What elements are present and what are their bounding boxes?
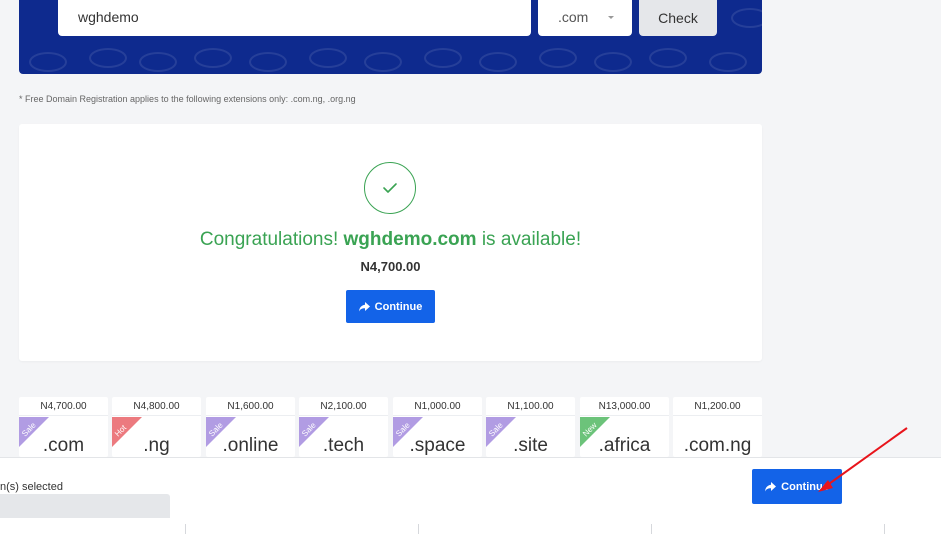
congrats-suffix: is available! xyxy=(481,229,582,250)
congrats-prefix: Congratulations! xyxy=(199,229,339,250)
check-button[interactable]: Check xyxy=(639,0,717,36)
tld-card-africa[interactable]: N13,000.00 New .africa xyxy=(580,397,669,457)
available-domain: wghdemo.com xyxy=(343,229,477,250)
banner-decoration xyxy=(29,52,67,72)
banner-decoration xyxy=(249,52,287,72)
bottom-continue-button[interactable]: Continue xyxy=(752,469,842,504)
free-domain-note: * Free Domain Registration applies to th… xyxy=(19,94,356,104)
domain-price: N4,700.00 xyxy=(360,259,421,274)
chevron-down-icon xyxy=(608,16,614,19)
tld-card-com[interactable]: N4,700.00 Sale .com xyxy=(19,397,108,457)
banner-decoration xyxy=(424,48,462,68)
continue-button-label: Continue xyxy=(374,300,423,313)
tld-card-online[interactable]: N1,600.00 Sale .online xyxy=(206,397,295,457)
domain-search-input[interactable]: wghdemo xyxy=(58,0,531,36)
banner-decoration xyxy=(594,52,632,72)
banner-decoration xyxy=(731,8,762,28)
tld-name: .africa xyxy=(598,435,651,456)
tld-select[interactable]: .com xyxy=(538,0,632,36)
banner-decoration xyxy=(709,52,747,72)
divider xyxy=(185,524,186,534)
summary-placeholder xyxy=(0,494,170,518)
tld-select-value: .com xyxy=(558,9,589,25)
banner-decoration xyxy=(89,48,127,68)
share-arrow-icon xyxy=(358,301,370,311)
banner-decoration xyxy=(139,52,177,72)
tld-card-site[interactable]: N1,100.00 Sale .site xyxy=(486,397,575,457)
continue-button[interactable]: Continue xyxy=(346,290,435,323)
tld-price: N2,100.00 xyxy=(299,397,388,416)
checkmark-icon xyxy=(383,183,397,193)
tld-card-ng[interactable]: N4,800.00 Hot .ng xyxy=(112,397,201,457)
tld-card-com-ng[interactable]: N1,200.00 .com.ng xyxy=(673,397,762,457)
banner-decoration xyxy=(364,52,402,72)
tld-price: N13,000.00 xyxy=(580,397,669,416)
tld-card-space[interactable]: N1,000.00 Sale .space xyxy=(393,397,482,457)
tld-name: .ng xyxy=(143,435,170,456)
tld-price: N4,800.00 xyxy=(112,397,201,416)
banner-decoration xyxy=(539,48,577,68)
banner-decoration xyxy=(194,48,232,68)
share-arrow-icon xyxy=(765,481,777,491)
tld-name: .com.ng xyxy=(683,435,752,456)
tld-price: N4,700.00 xyxy=(19,397,108,416)
availability-message: Congratulations! wghdemo.com is availabl… xyxy=(19,229,762,251)
tld-name: .space xyxy=(409,435,466,456)
tld-price: N1,600.00 xyxy=(206,397,295,416)
tld-price: N1,100.00 xyxy=(486,397,575,416)
banner-decoration xyxy=(649,48,687,68)
tld-name: .com xyxy=(42,435,85,456)
divider xyxy=(884,524,885,534)
banner-decoration xyxy=(479,52,517,72)
banner-decoration xyxy=(309,48,347,68)
selected-count-text: n(s) selected xyxy=(0,481,63,493)
domain-search-banner: wghdemo .com Check xyxy=(19,0,762,74)
availability-result-card: Congratulations! wghdemo.com is availabl… xyxy=(19,124,762,361)
checkmark-circle-icon xyxy=(364,162,416,214)
tld-price: N1,200.00 xyxy=(673,397,762,416)
divider xyxy=(651,524,652,534)
tld-name: .site xyxy=(513,435,548,456)
bottom-continue-label: Continue xyxy=(781,480,829,493)
divider xyxy=(418,524,419,534)
cart-summary-bar: n(s) selected Continue xyxy=(0,457,941,534)
tld-price: N1,000.00 xyxy=(393,397,482,416)
tld-name: .tech xyxy=(322,435,365,456)
tld-name: .online xyxy=(222,435,279,456)
tld-card-tech[interactable]: N2,100.00 Sale .tech xyxy=(299,397,388,457)
